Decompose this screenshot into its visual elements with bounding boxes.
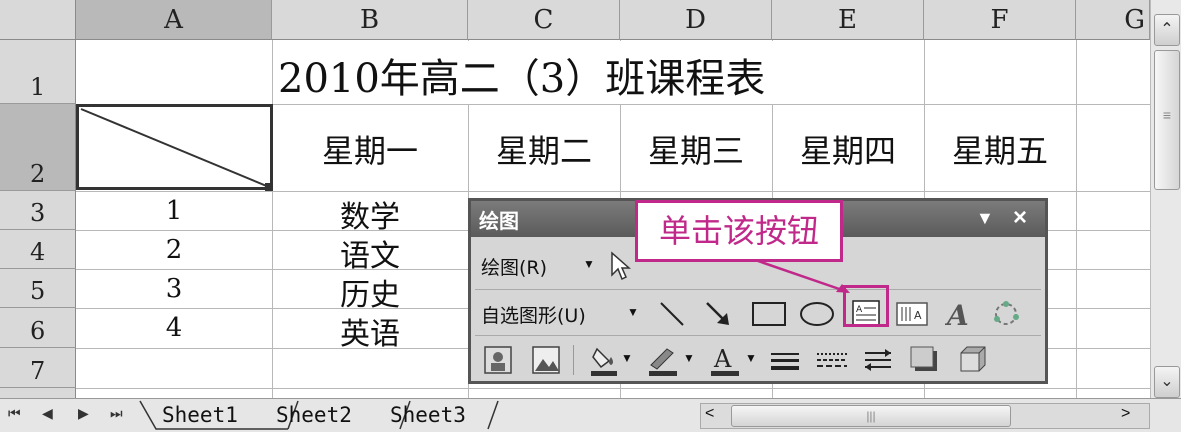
vertical-text-box-icon[interactable]: A [895, 299, 929, 329]
fill-handle[interactable] [265, 183, 273, 191]
column-header-f[interactable]: F [924, 0, 1076, 40]
subject-cell[interactable]: 语文 [272, 231, 468, 275]
weekday-header[interactable]: 星期三 [620, 126, 772, 172]
next-sheet-icon[interactable]: ▶ [78, 405, 89, 422]
first-sheet-icon[interactable]: ⏮ [8, 405, 21, 422]
font-color-icon[interactable]: A [709, 343, 741, 377]
separator [573, 345, 574, 375]
weekday-header[interactable]: 星期四 [772, 126, 924, 172]
toolbar-row-format: ▼ ▼ A ▼ [471, 337, 1045, 381]
wordart-icon[interactable]: A [945, 299, 975, 329]
period-cell[interactable]: 2 [76, 235, 272, 265]
arrow-icon[interactable] [703, 299, 733, 329]
tab-sheet2[interactable]: Sheet2 [276, 401, 352, 429]
subject-cell[interactable]: 英语 [272, 309, 468, 353]
column-header-g[interactable]: G [1076, 0, 1150, 40]
3d-style-icon[interactable] [957, 343, 989, 375]
scroll-thumb[interactable]: ≡ [1154, 50, 1180, 190]
last-sheet-icon[interactable]: ⏭ [110, 405, 123, 422]
row-header-7[interactable]: 7 [0, 348, 76, 388]
row-divider [475, 335, 1041, 336]
line-color-icon[interactable] [647, 343, 679, 377]
dropdown-arrow-icon[interactable]: ▼ [583, 257, 595, 271]
hscroll-thumb[interactable]: ||| [731, 405, 1011, 427]
horizontal-scrollbar[interactable]: < ||| > [700, 403, 1150, 429]
gridline [76, 191, 1150, 192]
close-icon[interactable]: × [1013, 204, 1027, 232]
period-cell[interactable]: 4 [76, 313, 272, 343]
svg-text:A: A [914, 309, 922, 322]
column-header-d[interactable]: D [620, 0, 772, 40]
scroll-down-button[interactable]: ⌄ [1154, 366, 1180, 398]
toolbar-title: 绘图 [479, 209, 519, 233]
select-pointer-icon[interactable] [609, 251, 631, 281]
row-header-8[interactable] [0, 388, 76, 398]
select-all-corner[interactable] [0, 0, 76, 40]
insert-picture-icon[interactable] [531, 345, 561, 375]
diagram-icon[interactable] [991, 299, 1021, 329]
scroll-left-icon[interactable]: < [705, 405, 714, 423]
scroll-right-icon[interactable]: > [1121, 405, 1130, 423]
column-header-a[interactable]: A [76, 0, 272, 40]
weekday-header[interactable]: 星期五 [924, 126, 1076, 172]
row-header-6[interactable]: 6 [0, 308, 76, 348]
chevron-down-icon: ⌄ [1160, 373, 1174, 390]
toolbar-options-icon[interactable]: ▼ [976, 208, 994, 229]
column-header-b[interactable]: B [272, 0, 468, 40]
line-style-icon[interactable] [769, 345, 801, 375]
weekday-header[interactable]: 星期二 [468, 126, 620, 172]
column-header-c[interactable]: C [468, 0, 620, 40]
callout-annotation: 单击该按钮 [635, 200, 843, 262]
prev-sheet-icon[interactable]: ◀ [42, 405, 53, 422]
selected-cell-a2[interactable] [76, 104, 273, 191]
dropdown-arrow-icon[interactable]: ▼ [627, 305, 639, 319]
oval-icon[interactable] [799, 299, 835, 329]
line-icon[interactable] [657, 299, 687, 329]
svg-text:A: A [713, 345, 732, 373]
tab-sheet1[interactable]: Sheet1 [162, 401, 238, 429]
dropdown-arrow-icon[interactable]: ▼ [745, 351, 757, 365]
vertical-scrollbar[interactable]: ⌃ ≡ ⌄ [1150, 0, 1181, 398]
row-header-4[interactable]: 4 [0, 230, 76, 269]
row-header-5[interactable]: 5 [0, 269, 76, 308]
tab-sheet3[interactable]: Sheet3 [390, 401, 466, 429]
diagonal-line [80, 108, 270, 187]
scroll-up-button[interactable]: ⌃ [1154, 14, 1180, 46]
autoshapes-menu[interactable]: 自选图形(U) [481, 301, 586, 328]
chevron-up-icon: ⌃ [1160, 21, 1174, 38]
dash-style-icon[interactable] [815, 345, 849, 375]
period-cell[interactable]: 1 [76, 196, 272, 226]
text-box-button-highlight [843, 285, 889, 327]
table-title[interactable]: 2010年高二（3）班课程表 [278, 46, 765, 104]
row-header-3[interactable]: 3 [0, 191, 76, 230]
column-header-e[interactable]: E [772, 0, 924, 40]
weekday-header[interactable]: 星期一 [272, 126, 468, 172]
gridline [76, 388, 1150, 389]
sheet-tab-bar: ⏮ ◀ ▶ ⏭ Sheet1 Sheet2 Sheet3 < ||| > [0, 398, 1181, 432]
svg-text:A: A [945, 299, 969, 329]
shadow-style-icon[interactable] [909, 345, 941, 375]
dropdown-arrow-icon[interactable]: ▼ [683, 351, 695, 365]
gridline [1076, 40, 1077, 398]
period-cell[interactable]: 3 [76, 274, 272, 304]
subject-cell[interactable]: 数学 [272, 192, 468, 236]
rectangle-icon[interactable] [751, 299, 787, 329]
dropdown-arrow-icon[interactable]: ▼ [621, 351, 633, 365]
row-header-2[interactable]: 2 [0, 104, 76, 191]
row-header-1[interactable]: 1 [0, 40, 76, 104]
fill-color-icon[interactable] [589, 343, 619, 377]
draw-menu[interactable]: 绘图(R) [481, 253, 547, 280]
subject-cell[interactable]: 历史 [272, 270, 468, 314]
clip-art-icon[interactable] [483, 345, 513, 375]
callout-pointer [757, 259, 850, 294]
arrow-style-icon[interactable] [861, 345, 895, 375]
